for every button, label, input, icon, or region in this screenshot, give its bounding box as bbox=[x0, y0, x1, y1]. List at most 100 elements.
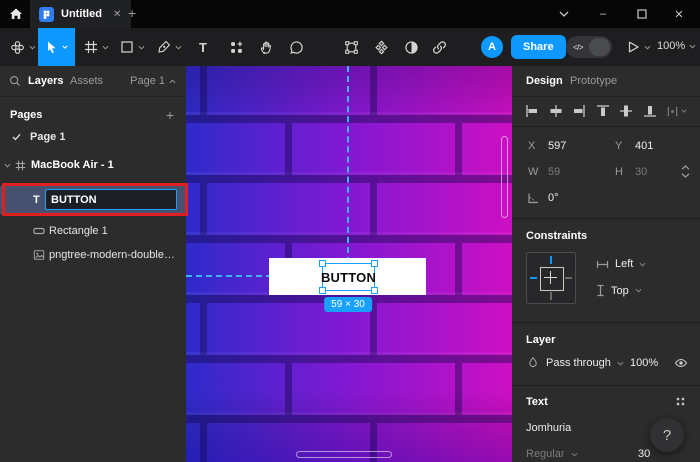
constrain-proportions-icon[interactable] bbox=[680, 165, 691, 178]
text-tool-icon[interactable]: T bbox=[199, 28, 207, 66]
constraint-right-tick[interactable] bbox=[565, 277, 572, 279]
figma-file-icon bbox=[39, 7, 54, 22]
text-styles-icon[interactable] bbox=[675, 396, 686, 407]
play-icon bbox=[627, 40, 640, 54]
y-label: Y bbox=[615, 140, 622, 152]
close-icon[interactable]: ✕ bbox=[671, 7, 687, 21]
resize-handle-top-left[interactable] bbox=[319, 260, 326, 267]
align-left-icon[interactable] bbox=[525, 104, 539, 118]
file-tab[interactable]: Untitled ✕ bbox=[30, 0, 131, 28]
horizontal-constraint-icon bbox=[596, 260, 609, 269]
constraint-bottom-tick[interactable] bbox=[550, 292, 552, 300]
h-value[interactable]: 30 bbox=[635, 166, 647, 178]
rectangle-icon bbox=[33, 227, 45, 235]
zoom-level: 100% bbox=[657, 40, 685, 52]
font-weight-select[interactable]: Regular bbox=[526, 448, 578, 460]
layer-section-title: Layer bbox=[526, 334, 555, 346]
x-value[interactable]: 597 bbox=[548, 140, 566, 152]
blend-mode-icon[interactable] bbox=[527, 356, 539, 369]
tab-prototype[interactable]: Prototype bbox=[570, 75, 617, 87]
tab-layers[interactable]: Layers bbox=[28, 75, 63, 87]
resize-handle-bottom-left[interactable] bbox=[319, 287, 326, 294]
main-menu-icon[interactable] bbox=[10, 28, 36, 66]
page-selector[interactable]: Page 1 bbox=[130, 75, 176, 87]
resize-handle-top-right[interactable] bbox=[371, 260, 378, 267]
component-tool-icon[interactable] bbox=[374, 28, 389, 66]
constraints-widget[interactable] bbox=[526, 252, 576, 304]
window-menu-chevron-icon[interactable] bbox=[556, 7, 572, 21]
vertical-scrollbar[interactable] bbox=[501, 136, 508, 218]
pen-tool-icon[interactable] bbox=[157, 28, 182, 66]
w-value[interactable]: 59 bbox=[548, 166, 560, 178]
tab-assets[interactable]: Assets bbox=[70, 75, 103, 87]
page-list-item[interactable]: Page 1 bbox=[0, 126, 186, 148]
chevron-down-icon bbox=[681, 109, 687, 113]
constraint-left-tick[interactable] bbox=[530, 277, 537, 279]
text-selection-box[interactable]: BUTTON bbox=[322, 263, 375, 291]
comment-tool-icon[interactable] bbox=[289, 28, 304, 66]
horizontal-constraint-select[interactable]: Left bbox=[596, 258, 646, 270]
actions-tool-icon[interactable] bbox=[229, 28, 244, 66]
align-top-icon[interactable] bbox=[596, 104, 610, 118]
mask-tool-icon[interactable] bbox=[404, 28, 419, 66]
distribute-icon bbox=[666, 105, 679, 118]
move-cursor-icon bbox=[45, 40, 58, 54]
layer-row-image[interactable]: pngtree-modern-double-color... bbox=[0, 244, 186, 266]
help-button[interactable]: ? bbox=[650, 418, 684, 452]
share-button[interactable]: Share bbox=[511, 35, 566, 59]
constraint-top-tick[interactable] bbox=[550, 256, 552, 264]
home-icon[interactable] bbox=[9, 7, 23, 21]
dev-mode-toggle[interactable]: </> bbox=[566, 36, 612, 58]
visibility-eye-icon[interactable] bbox=[674, 356, 688, 370]
vertical-constraint-select[interactable]: Top bbox=[596, 284, 642, 297]
chevron-down-icon bbox=[635, 288, 642, 293]
toggle-knob bbox=[589, 38, 610, 56]
constraints-title: Constraints bbox=[526, 230, 587, 242]
frame-tool-icon[interactable] bbox=[84, 28, 109, 66]
align-horizontal-center-icon[interactable] bbox=[549, 104, 563, 118]
maximize-icon[interactable] bbox=[634, 7, 650, 21]
add-page-icon[interactable]: + bbox=[166, 107, 174, 123]
align-bottom-icon[interactable] bbox=[643, 104, 657, 118]
shape-tool-icon[interactable] bbox=[120, 28, 145, 66]
inspector-panel: Design Prototype X 597 Y 401 W 59 H 30 0… bbox=[512, 66, 700, 462]
layer-row-rectangle[interactable]: Rectangle 1 bbox=[0, 220, 186, 242]
align-vertical-center-icon[interactable] bbox=[619, 104, 633, 118]
layer-row-frame[interactable]: MacBook Air - 1 bbox=[0, 154, 186, 176]
tab-design[interactable]: Design bbox=[526, 75, 563, 87]
minimize-icon[interactable]: – bbox=[595, 7, 611, 21]
hand-tool-icon[interactable] bbox=[259, 28, 274, 66]
chevron-down-icon[interactable] bbox=[4, 163, 11, 168]
chevron-down-icon bbox=[571, 452, 578, 457]
search-icon[interactable] bbox=[9, 75, 21, 87]
pages-header: Pages + bbox=[0, 104, 186, 126]
toolbar: T A S bbox=[0, 28, 700, 66]
font-family-select[interactable]: Jomhuria bbox=[526, 422, 571, 434]
blend-mode-select[interactable]: Pass through bbox=[546, 357, 624, 369]
rotation-value[interactable]: 0° bbox=[548, 192, 559, 204]
resize-handle-bottom-right[interactable] bbox=[371, 287, 378, 294]
page-name: Page 1 bbox=[30, 131, 65, 143]
y-value[interactable]: 401 bbox=[635, 140, 653, 152]
layer-opacity-value[interactable]: 100% bbox=[630, 357, 658, 369]
sidebar-header: Layers Assets Page 1 bbox=[0, 66, 186, 97]
move-tool-button[interactable] bbox=[38, 28, 75, 66]
font-size-value[interactable]: 30 bbox=[638, 448, 650, 460]
layer-name: pngtree-modern-double-color... bbox=[49, 249, 177, 261]
frame-icon bbox=[15, 160, 26, 171]
zoom-select[interactable]: 100% bbox=[657, 40, 696, 52]
canvas[interactable]: BUTTON 59 × 30 bbox=[186, 66, 512, 462]
rotation-icon bbox=[527, 192, 539, 204]
distribute-menu[interactable] bbox=[666, 105, 687, 118]
layers-panel: Layers Assets Page 1 Pages + Page 1 MacB… bbox=[0, 66, 187, 462]
link-tool-icon[interactable] bbox=[432, 28, 447, 66]
present-button[interactable] bbox=[627, 28, 651, 66]
tab-close-icon[interactable]: ✕ bbox=[113, 9, 121, 20]
edit-object-icon[interactable] bbox=[344, 28, 359, 66]
size-badge: 59 × 30 bbox=[324, 297, 372, 312]
new-tab-icon[interactable]: + bbox=[128, 5, 136, 21]
avatar[interactable]: A bbox=[481, 36, 503, 58]
horizontal-scrollbar[interactable] bbox=[296, 451, 392, 458]
alignment-guide-vertical bbox=[347, 66, 349, 263]
align-right-icon[interactable] bbox=[572, 104, 586, 118]
